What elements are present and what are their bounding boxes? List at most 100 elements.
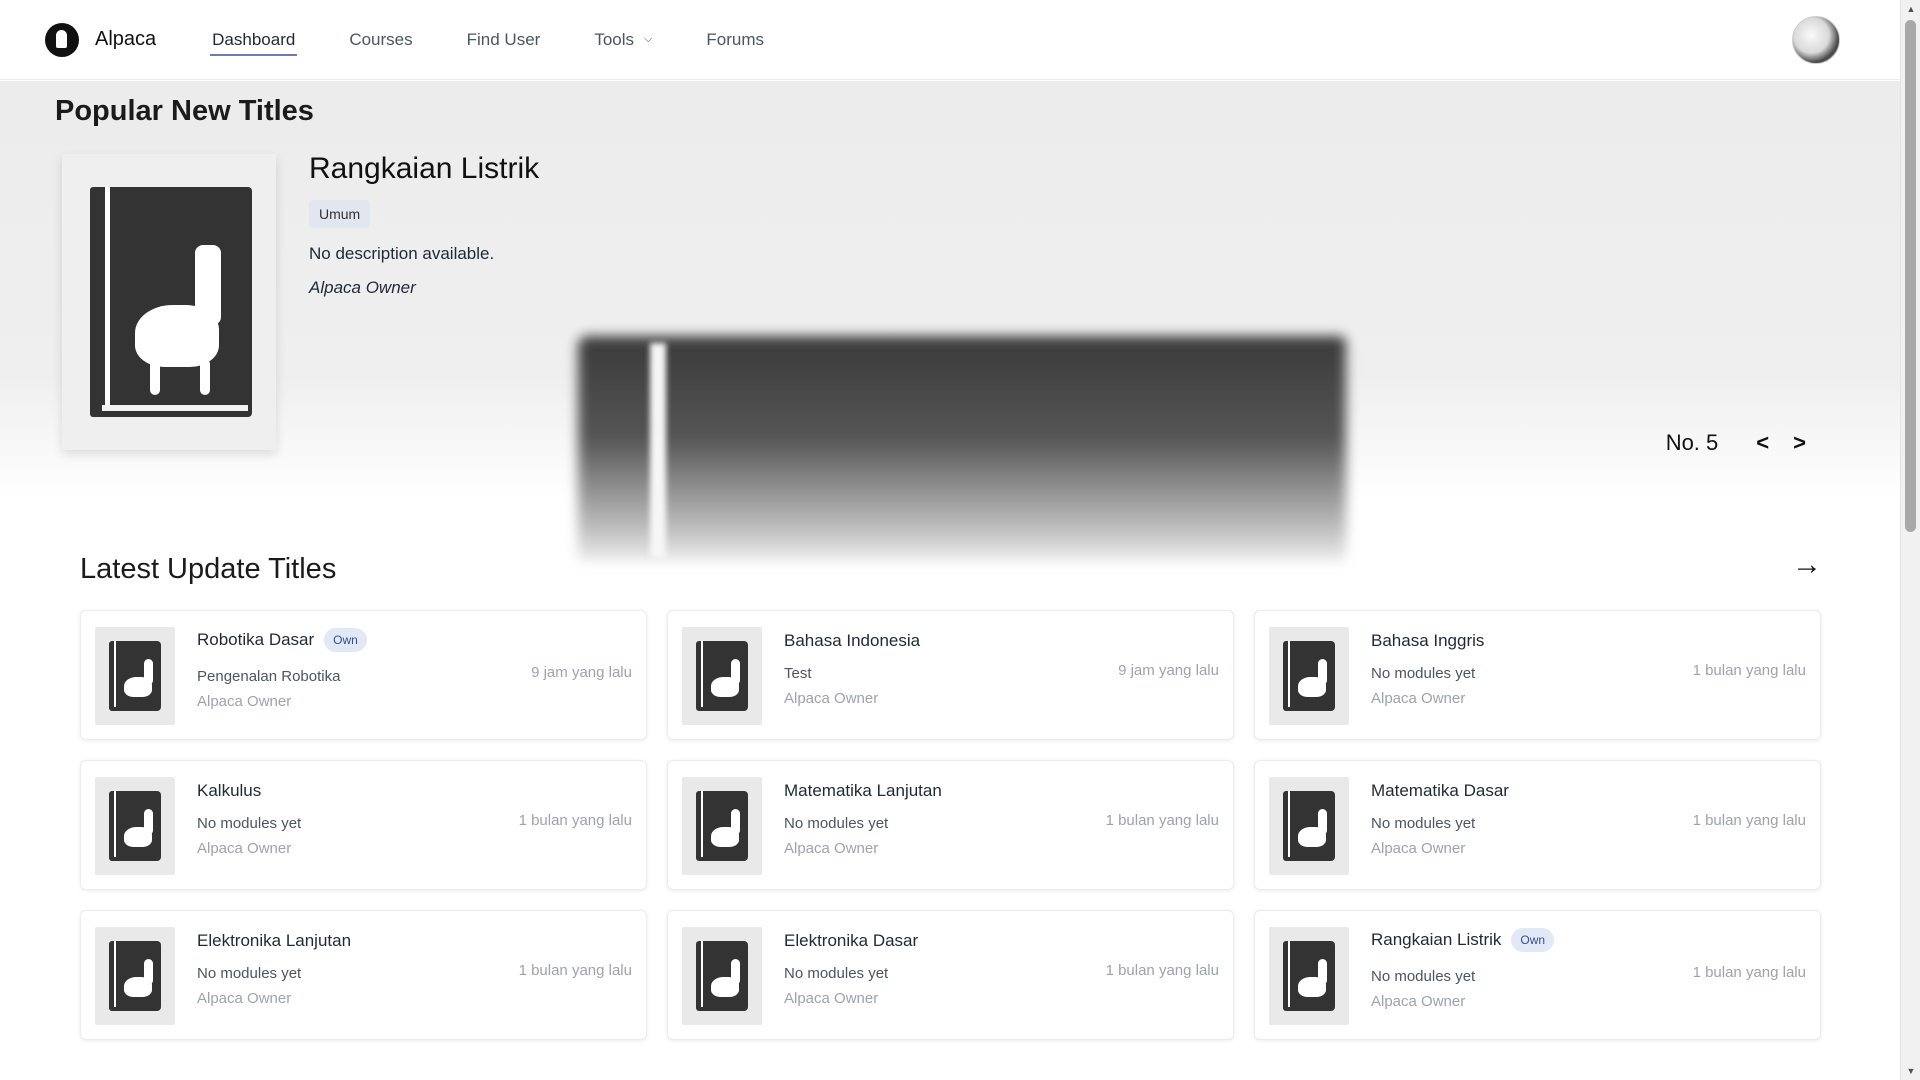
title-card-subtitle: No modules yet — [784, 815, 889, 832]
title-cover-thumbnail — [682, 927, 762, 1025]
brand-name: Alpaca — [95, 28, 157, 50]
title-card-owner: Alpaca Owner — [784, 990, 879, 1007]
title-card-subtitle: No modules yet — [1371, 665, 1476, 682]
carousel-next-button[interactable]: > — [1793, 430, 1806, 456]
scroll-down-arrow-icon[interactable]: ▼ — [1901, 1062, 1920, 1080]
scroll-up-arrow-icon[interactable]: ▲ — [1901, 0, 1920, 18]
title-card[interactable]: Rangkaian Listrik Own No modules yet Alpaca… — [1254, 910, 1821, 1040]
carousel-position: No. 5 — [1665, 430, 1719, 455]
chevron-down-icon: ⌵ — [644, 33, 653, 45]
title-card-heading: Elektronika Dasar — [784, 931, 918, 951]
title-cover-thumbnail — [95, 927, 175, 1025]
title-card-updated-time: 1 bulan yang lalu — [1692, 964, 1806, 981]
book-thumbnail-icon — [696, 941, 748, 1011]
title-card-subtitle: No modules yet — [1371, 968, 1476, 985]
title-card[interactable]: Robotika Dasar Own Pengenalan Robotika Alpa… — [80, 610, 647, 740]
nav-find-user[interactable]: Find User — [465, 26, 543, 54]
title-card[interactable]: Bahasa Indonesia Test Alpaca Owner 9 jam ya… — [667, 610, 1234, 740]
title-card-subtitle: Pengenalan Robotika — [197, 668, 341, 685]
nav-tools[interactable]: Tools ⌵ — [592, 26, 654, 54]
title-cover-thumbnail — [95, 777, 175, 875]
title-card-heading: Bahasa Inggris — [1371, 631, 1484, 651]
title-card[interactable]: Elektronika Dasar No modules yet Alpaca Ow… — [667, 910, 1234, 1040]
title-card[interactable]: Elektronika Lanjutan No modules yet Alpaca… — [80, 910, 647, 1040]
title-card-heading: Bahasa Indonesia — [784, 631, 920, 651]
title-card[interactable]: Bahasa Inggris No modules yet Alpaca Owner… — [1254, 610, 1821, 740]
title-card[interactable]: Matematika Lanjutan No modules yet Alpaca … — [667, 760, 1234, 890]
book-thumbnail-icon — [696, 791, 748, 861]
alpaca-logo-icon — [45, 22, 79, 57]
title-cover-thumbnail — [682, 627, 762, 725]
nav-courses[interactable]: Courses — [347, 26, 414, 54]
book-thumbnail-icon — [109, 641, 161, 711]
title-card-name: Rangkaian Listrik — [1371, 930, 1502, 949]
title-card-subtitle: No modules yet — [784, 965, 889, 982]
title-card-owner: Alpaca Owner — [784, 840, 879, 857]
book-thumbnail-icon — [1283, 941, 1335, 1011]
title-card-name: Kalkulus — [197, 781, 262, 800]
nav-dashboard[interactable]: Dashboard — [210, 26, 298, 56]
title-cover-thumbnail — [1269, 927, 1349, 1025]
title-cover-thumbnail — [1269, 627, 1349, 725]
arrow-right-icon[interactable]: → — [1792, 548, 1822, 582]
featured-category-tag: Umum — [309, 200, 371, 228]
featured-description: No description available. — [309, 244, 495, 263]
title-card-subtitle: Test — [784, 665, 812, 682]
title-card-heading: Kalkulus — [197, 781, 261, 801]
title-card-heading: Robotika Dasar Own — [197, 628, 367, 652]
book-thumbnail-icon — [696, 641, 748, 711]
title-card-name: Bahasa Indonesia — [784, 631, 921, 650]
nav-links: Dashboard Courses Find User Tools ⌵ Foru… — [210, 0, 816, 79]
own-badge: Own — [1511, 928, 1555, 952]
title-card-name: Bahasa Inggris — [1371, 631, 1485, 650]
book-thumbnail-icon — [109, 941, 161, 1011]
featured-cover-image[interactable] — [62, 154, 276, 450]
title-card-owner: Alpaca Owner — [197, 840, 292, 857]
title-card-updated-time: 1 bulan yang lalu — [1692, 662, 1806, 679]
scrollbar-thumb[interactable] — [1905, 20, 1916, 532]
title-cover-thumbnail — [95, 627, 175, 725]
title-card-updated-time: 1 bulan yang lalu — [1692, 812, 1806, 829]
title-card-updated-time: 9 jam yang lalu — [1118, 662, 1219, 679]
title-card-heading: Elektronika Lanjutan — [197, 931, 351, 951]
carousel-prev-button[interactable]: < — [1756, 430, 1769, 456]
blurred-background-spine — [650, 343, 666, 558]
title-card-subtitle: No modules yet — [197, 815, 302, 832]
book-thumbnail-icon — [1283, 791, 1335, 861]
blurred-background-image — [578, 336, 1346, 561]
featured-title[interactable]: Rangkaian Listrik — [309, 152, 539, 186]
title-cover-thumbnail — [1269, 777, 1349, 875]
title-card-name: Robotika Dasar — [197, 630, 315, 649]
title-card-owner: Alpaca Owner — [784, 690, 879, 707]
book-illustration — [90, 187, 252, 417]
featured-owner: Alpaca Owner — [309, 278, 416, 297]
book-thumbnail-icon — [1283, 641, 1335, 711]
title-card[interactable]: Kalkulus No modules yet Alpaca Owner 1 bula… — [80, 760, 647, 890]
title-card-owner: Alpaca Owner — [197, 693, 292, 710]
title-card-heading: Matematika Dasar — [1371, 781, 1509, 801]
title-card-owner: Alpaca Owner — [197, 990, 292, 1007]
title-card-subtitle: No modules yet — [1371, 815, 1476, 832]
nav-forums[interactable]: Forums — [704, 26, 766, 54]
title-card-name: Matematika Dasar — [1371, 781, 1509, 800]
title-card-heading: Rangkaian Listrik Own — [1371, 928, 1555, 952]
title-card-updated-time: 1 bulan yang lalu — [1105, 812, 1219, 829]
own-badge: Own — [324, 628, 367, 652]
title-card-updated-time: 1 bulan yang lalu — [518, 812, 632, 829]
title-card-updated-time: 1 bulan yang lalu — [518, 962, 632, 979]
page-scrollbar[interactable]: ▲ ▼ — [1900, 0, 1920, 1080]
section-title-popular: Popular New Titles — [55, 95, 314, 127]
brand[interactable]: Alpaca — [45, 22, 157, 57]
nav-tools-label: Tools — [594, 29, 635, 49]
section-title-latest: Latest Update Titles — [80, 553, 337, 585]
top-navbar: Alpaca Dashboard Courses Find User Tools… — [0, 0, 1900, 80]
title-card-updated-time: 9 jam yang lalu — [531, 664, 632, 681]
user-avatar[interactable] — [1792, 16, 1840, 64]
title-card-subtitle: No modules yet — [197, 965, 302, 982]
title-card-heading: Matematika Lanjutan — [784, 781, 942, 801]
title-card-updated-time: 1 bulan yang lalu — [1105, 962, 1219, 979]
popular-titles-section: Popular New Titles Rangkaian Listrik Umu… — [0, 81, 1900, 561]
title-card-name: Matematika Lanjutan — [784, 781, 942, 800]
title-card-name: Elektronika Lanjutan — [197, 931, 352, 950]
title-card[interactable]: Matematika Dasar No modules yet Alpaca Own… — [1254, 760, 1821, 890]
